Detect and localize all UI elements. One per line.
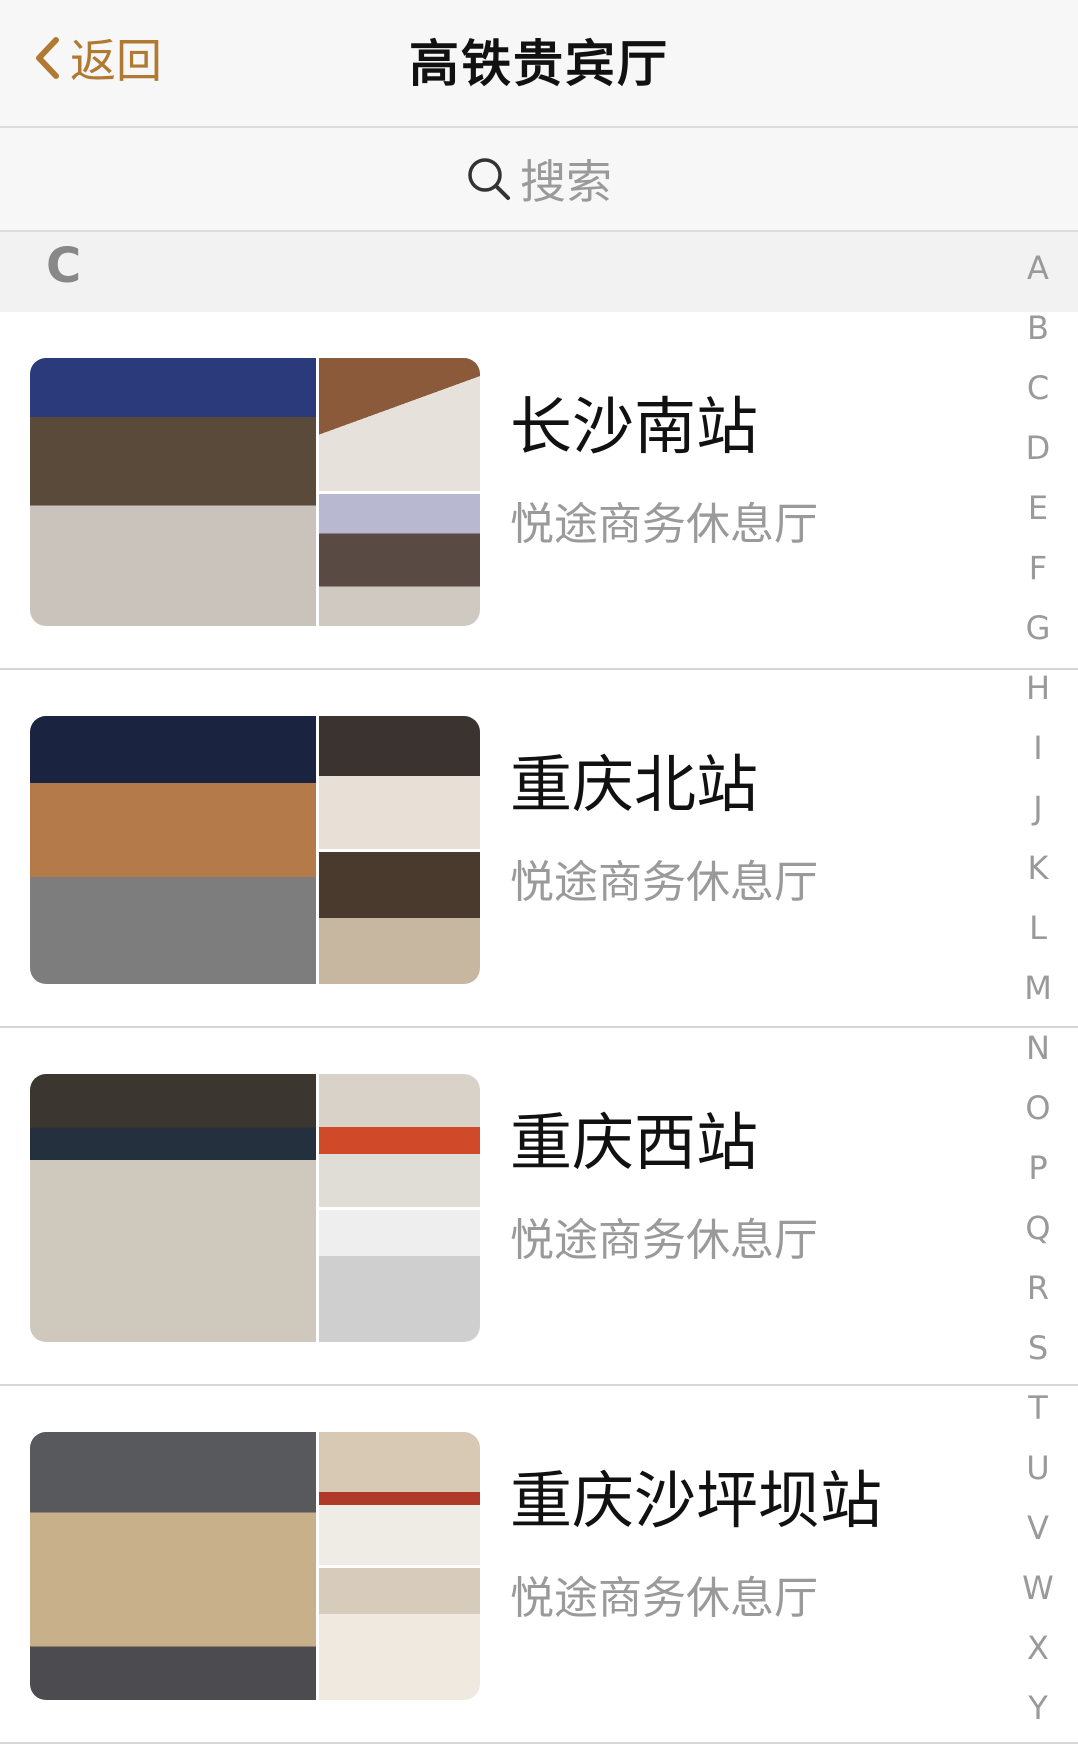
station-name: 重庆西站: [510, 1106, 759, 1179]
index-letter-m[interactable]: M: [1012, 958, 1064, 1018]
index-letter-l[interactable]: L: [1012, 898, 1064, 958]
index-letter-r[interactable]: R: [1012, 1258, 1064, 1318]
lounge-photo-side: [319, 1432, 480, 1568]
alphabet-index[interactable]: A B C D E F G H I J K L M N O P Q R S T …: [1012, 238, 1064, 1738]
lounge-photo-main: [30, 716, 316, 984]
index-letter-y[interactable]: Y: [1012, 1678, 1064, 1738]
list-item[interactable]: 长沙南站 悦途商务休息厅: [0, 312, 1078, 670]
lounge-photo-side: [319, 358, 480, 494]
lounge-photo: [30, 1074, 480, 1342]
section-letter: C: [46, 238, 82, 294]
index-letter-i[interactable]: I: [1012, 718, 1064, 778]
search-placeholder: 搜索: [520, 155, 612, 209]
lounge-name: 悦途商务休息厅: [510, 1215, 818, 1266]
navigation-bar: 返回 高铁贵宾厅: [0, 0, 1078, 128]
search-icon: [468, 158, 510, 200]
lounge-photo-main: [30, 1432, 316, 1700]
lounge-photo-side: [319, 851, 480, 984]
search-input[interactable]: 搜索: [466, 146, 612, 212]
index-letter-d[interactable]: D: [1012, 418, 1064, 478]
index-letter-b[interactable]: B: [1012, 298, 1064, 358]
page-title: 高铁贵宾厅: [409, 35, 669, 93]
index-letter-f[interactable]: F: [1012, 538, 1064, 598]
index-letter-s[interactable]: S: [1012, 1318, 1064, 1378]
index-letter-w[interactable]: W: [1012, 1558, 1064, 1618]
index-letter-e[interactable]: E: [1012, 478, 1064, 538]
lounge-name: 悦途商务休息厅: [510, 857, 818, 908]
search-bar: 搜索: [0, 128, 1078, 232]
lounge-photo: [30, 358, 480, 626]
lounge-photo: [30, 716, 480, 984]
index-letter-k[interactable]: K: [1012, 838, 1064, 898]
index-letter-c[interactable]: C: [1012, 358, 1064, 418]
index-letter-p[interactable]: P: [1012, 1138, 1064, 1198]
lounge-photo-side: [319, 1074, 480, 1210]
lounge-photo-side: [319, 1209, 480, 1342]
lounge-photo-side: [319, 493, 480, 626]
index-letter-t[interactable]: T: [1012, 1378, 1064, 1438]
index-letter-v[interactable]: V: [1012, 1498, 1064, 1558]
list-item[interactable]: 重庆西站 悦途商务休息厅: [0, 1028, 1078, 1386]
index-letter-x[interactable]: X: [1012, 1618, 1064, 1678]
index-letter-j[interactable]: J: [1012, 778, 1064, 838]
index-letter-h[interactable]: H: [1012, 658, 1064, 718]
lounge-photo: [30, 1432, 480, 1700]
section-header: C: [0, 232, 1078, 312]
index-letter-u[interactable]: U: [1012, 1438, 1064, 1498]
station-name: 重庆北站: [510, 748, 759, 821]
lounge-photo-side: [319, 1567, 480, 1700]
station-name: 长沙南站: [510, 390, 759, 463]
lounge-photo-main: [30, 358, 316, 626]
index-letter-n[interactable]: N: [1012, 1018, 1064, 1078]
station-list: 长沙南站 悦途商务休息厅 重庆北站 悦途商务休息厅 重庆西站 悦途商务休息厅 重…: [0, 312, 1078, 1744]
index-letter-o[interactable]: O: [1012, 1078, 1064, 1138]
lounge-name: 悦途商务休息厅: [510, 499, 818, 550]
index-letter-g[interactable]: G: [1012, 598, 1064, 658]
lounge-photo-side: [319, 716, 480, 852]
index-letter-a[interactable]: A: [1012, 238, 1064, 298]
lounge-name: 悦途商务休息厅: [510, 1573, 818, 1624]
list-item[interactable]: 重庆北站 悦途商务休息厅: [0, 670, 1078, 1028]
lounge-photo-main: [30, 1074, 316, 1342]
index-letter-q[interactable]: Q: [1012, 1198, 1064, 1258]
list-item[interactable]: 重庆沙坪坝站 悦途商务休息厅: [0, 1386, 1078, 1744]
station-name: 重庆沙坪坝站: [510, 1464, 883, 1537]
